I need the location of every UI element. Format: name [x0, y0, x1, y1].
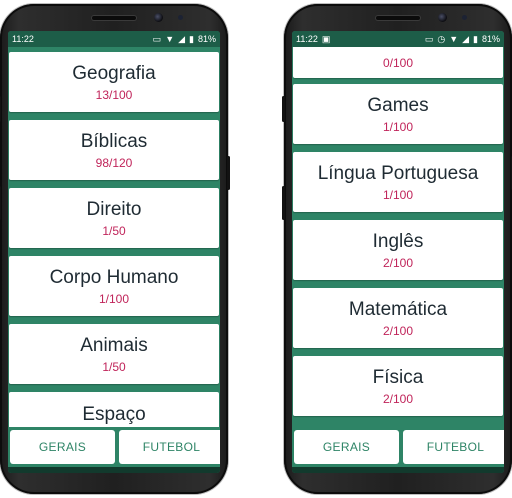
vibrate-icon: ▭ — [424, 33, 434, 44]
status-bar: 11:22 ▭ ▼ ◢ ▮ 81% — [8, 31, 220, 47]
category-title: Games — [367, 94, 429, 116]
category-title: Inglês — [372, 230, 424, 252]
gerais-button[interactable]: GERAIS — [294, 430, 399, 464]
gerais-button[interactable]: GERAIS — [10, 430, 115, 464]
category-title: Direito — [86, 198, 142, 220]
category-score: 98/120 — [95, 155, 133, 170]
phone-left: 11:22 ▭ ▼ ◢ ▮ 81% Geografia 13/100 Bíbli… — [0, 4, 230, 494]
category-list[interactable]: 0/100 Games 1/100 Língua Portuguesa 1/10… — [292, 47, 504, 427]
category-score: 2/100 — [382, 391, 414, 406]
battery-icon: ▮ — [189, 33, 194, 44]
category-score: 1/100 — [382, 187, 414, 202]
power-button — [227, 156, 230, 190]
wifi-icon: ▼ — [165, 33, 175, 44]
category-title: Matemática — [348, 298, 448, 320]
category-title: Língua Portuguesa — [317, 162, 479, 184]
screen: 11:22 ▣ ▭ ◷ ▼ ◢ ▮ 81% 0/100 Games 1/100 — [292, 31, 504, 473]
category-card-fisica[interactable]: Física 2/100 — [293, 356, 503, 416]
category-title: Bíblicas — [80, 130, 148, 152]
category-card-ingles[interactable]: Inglês 2/100 — [293, 220, 503, 280]
category-card-animais[interactable]: Animais 1/50 — [9, 324, 219, 384]
signal-icon: ◢ — [462, 33, 470, 44]
category-card-lingua-portuguesa[interactable]: Língua Portuguesa 1/100 — [293, 152, 503, 212]
status-time: 11:22 — [296, 34, 318, 44]
bixby-button — [282, 186, 285, 220]
battery-level: 81% — [197, 34, 216, 44]
battery-icon: ▮ — [473, 33, 478, 44]
signal-icon: ◢ — [178, 33, 186, 44]
futebol-button[interactable]: FUTEBOL — [403, 430, 504, 464]
category-title: Corpo Humano — [49, 266, 179, 288]
category-score: 1/100 — [382, 119, 414, 134]
volume-button — [282, 96, 285, 122]
bixby-button — [0, 186, 1, 220]
category-title: Animais — [80, 334, 148, 356]
navigation-strip — [292, 467, 504, 473]
proximity-sensor — [178, 15, 183, 20]
bottom-tab-bar: GERAIS FUTEBOL — [292, 427, 504, 467]
earpiece — [92, 16, 136, 20]
bottom-tab-bar: GERAIS FUTEBOL — [8, 427, 220, 467]
image-icon: ▣ — [321, 33, 331, 44]
category-score: 2/100 — [382, 323, 414, 338]
category-card-biblicas[interactable]: Bíblicas 98/120 — [9, 120, 219, 180]
category-card-geografia[interactable]: Geografia 13/100 — [9, 52, 219, 112]
front-camera — [438, 13, 447, 22]
alarm-icon: ◷ — [437, 33, 446, 44]
category-title: Espaço — [82, 404, 146, 425]
status-time: 11:22 — [12, 34, 34, 44]
category-score: 0/100 — [382, 56, 414, 70]
category-score: 2/100 — [382, 255, 414, 270]
category-card-direito[interactable]: Direito 1/50 — [9, 188, 219, 248]
category-title: Física — [372, 366, 424, 388]
category-card-corpo-humano[interactable]: Corpo Humano 1/100 — [9, 256, 219, 316]
status-bar: 11:22 ▣ ▭ ◷ ▼ ◢ ▮ 81% — [292, 31, 504, 47]
category-card-partial[interactable]: 0/100 — [293, 47, 503, 78]
navigation-strip — [8, 467, 220, 473]
category-score: 13/100 — [95, 87, 133, 102]
category-title: Geografia — [72, 62, 156, 84]
screen: 11:22 ▭ ▼ ◢ ▮ 81% Geografia 13/100 Bíbli… — [8, 31, 220, 473]
category-score: 1/50 — [102, 223, 126, 238]
category-list[interactable]: Geografia 13/100 Bíblicas 98/120 Direito… — [8, 47, 220, 427]
earpiece — [376, 16, 420, 20]
category-card-matematica[interactable]: Matemática 2/100 — [293, 288, 503, 348]
futebol-button[interactable]: FUTEBOL — [119, 430, 220, 464]
wifi-icon: ▼ — [449, 33, 459, 44]
category-score: 1/50 — [102, 359, 126, 374]
front-camera — [154, 13, 163, 22]
category-card-espaco[interactable]: Espaço — [9, 392, 219, 427]
phone-right: 11:22 ▣ ▭ ◷ ▼ ◢ ▮ 81% 0/100 Games 1/100 — [282, 4, 512, 494]
battery-level: 81% — [481, 34, 500, 44]
category-score: 1/100 — [98, 291, 130, 306]
vibrate-icon: ▭ — [152, 33, 162, 44]
proximity-sensor — [462, 15, 467, 20]
volume-button — [0, 96, 1, 122]
category-card-games[interactable]: Games 1/100 — [293, 84, 503, 144]
